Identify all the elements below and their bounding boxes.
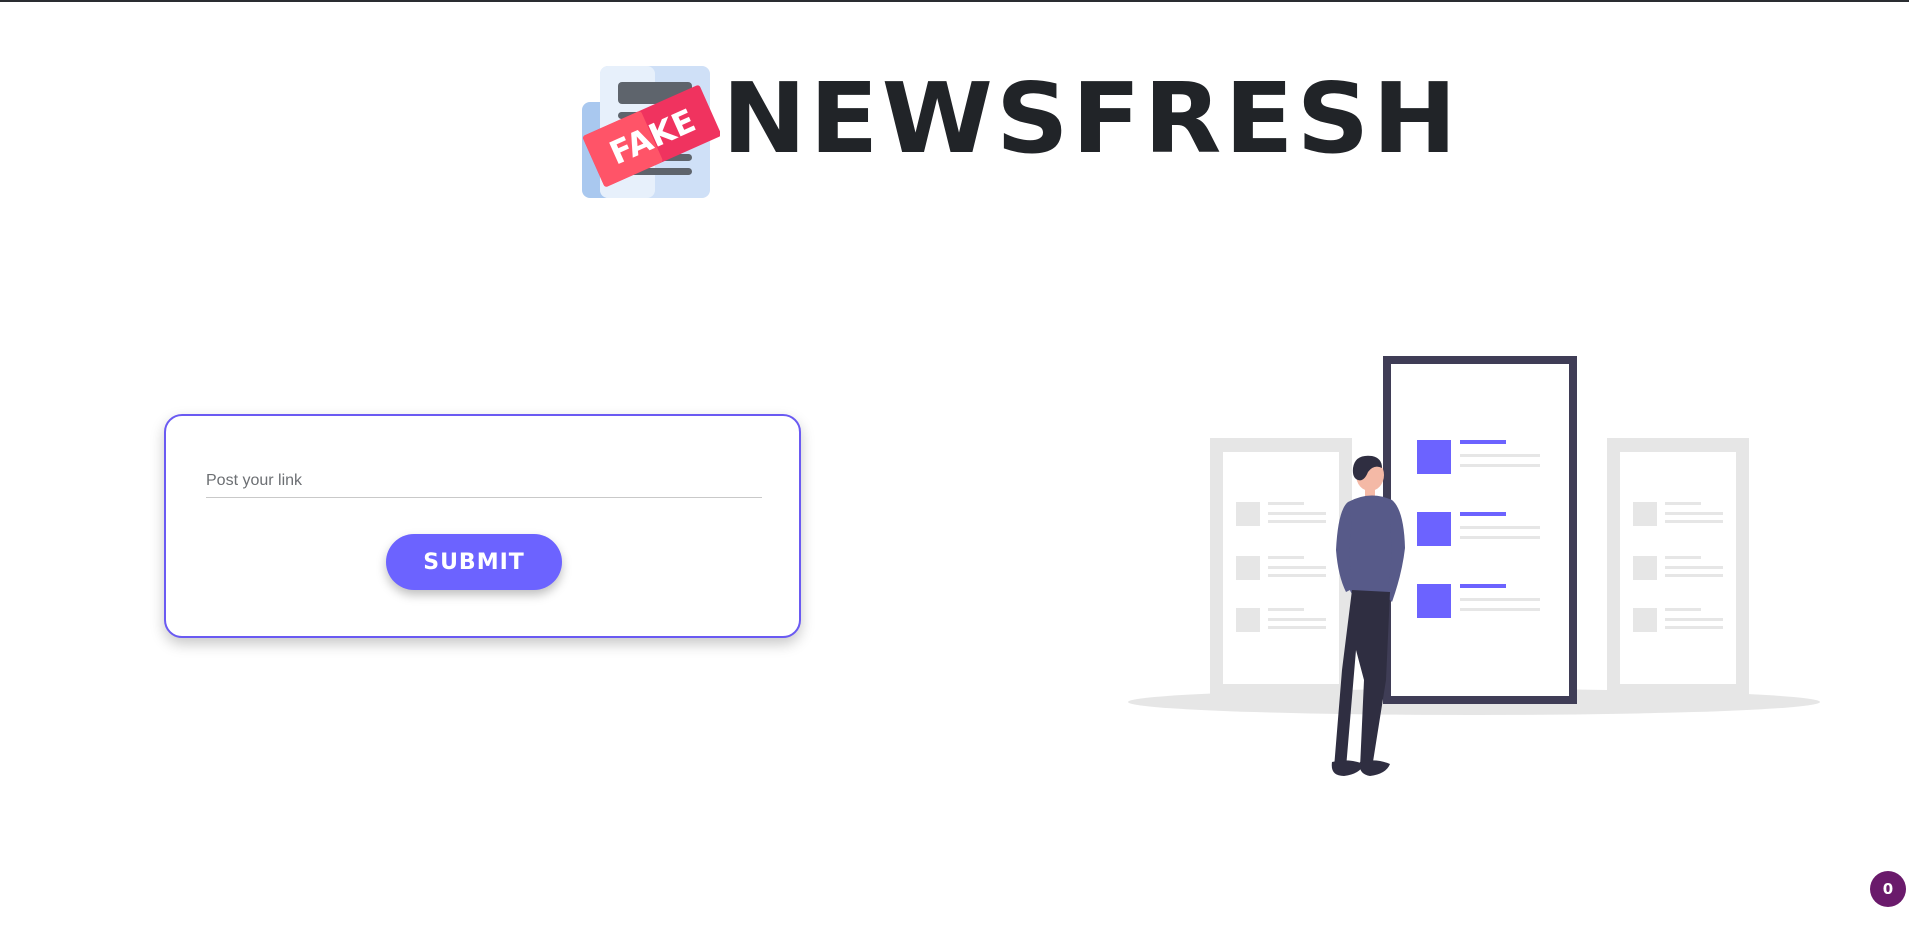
site-header: FAKE NEWSFRESH [0, 0, 1909, 210]
submit-button[interactable]: SUBMIT [386, 534, 562, 590]
person-viewing-documents-illustration [1128, 356, 1820, 776]
link-submit-form: SUBMIT [164, 414, 801, 638]
brand-name[interactable]: NEWSFRESH [722, 64, 1460, 174]
notification-count-badge[interactable]: 0 [1870, 871, 1906, 907]
fake-newspaper-icon[interactable]: FAKE [582, 62, 720, 202]
link-input[interactable] [206, 464, 762, 498]
